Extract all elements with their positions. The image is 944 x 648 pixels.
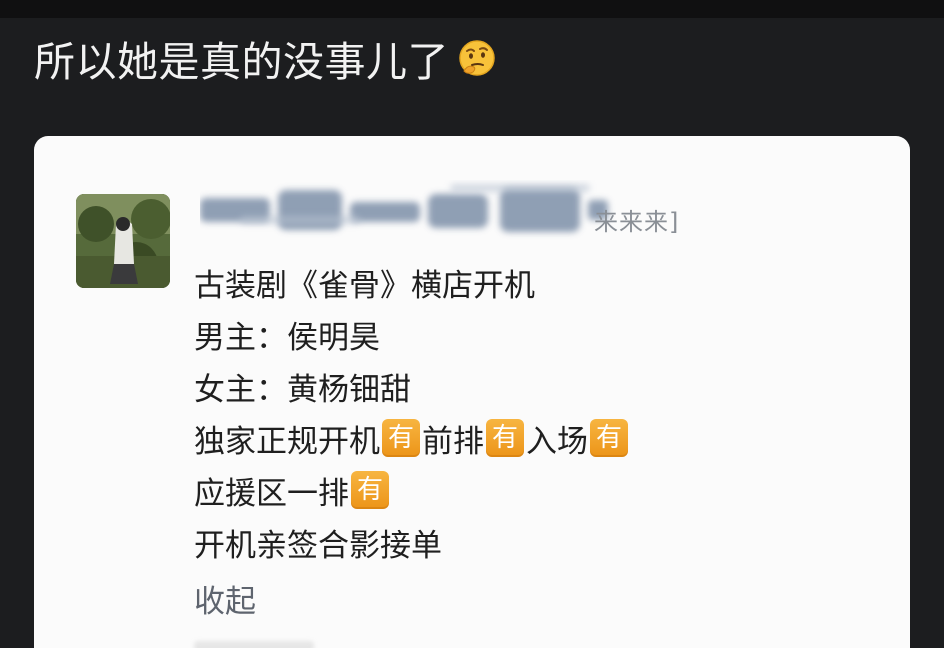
post-body: 古装剧《雀骨》横店开机 男主：侯明昊 女主：黄杨钿甜 独家正规开机 有 前排 有…	[194, 256, 630, 568]
post-line-text: 女主：黄杨钿甜	[194, 371, 411, 408]
post-line-male-lead: 男主：侯明昊	[194, 308, 630, 360]
post-caption: 所以她是真的没事儿了	[34, 28, 497, 88]
post-line-text: 古装剧《雀骨》横店开机	[194, 267, 535, 304]
have-badge-icon: 有	[590, 419, 628, 457]
post-line-support-area: 应援区一排 有	[194, 464, 630, 516]
post-line-orders: 开机亲签合影接单	[194, 516, 630, 568]
screenshot-frame: 所以她是真的没事儿了 来来来] 古装剧《雀骨》横店开机 男主：侯明昊 女主：黄杨…	[0, 0, 944, 648]
post-line-text: 应援区一排	[194, 475, 349, 512]
post-line-female-lead: 女主：黄杨钿甜	[194, 360, 630, 412]
status-strip	[0, 0, 944, 18]
quoted-post-card: 来来来] 古装剧《雀骨》横店开机 男主：侯明昊 女主：黄杨钿甜 独家正规开机 有…	[34, 136, 910, 648]
post-line-text: 男主：侯明昊	[194, 319, 380, 356]
username-suffix: 来来来]	[594, 208, 680, 236]
post-line-text: 独家正规开机	[194, 423, 380, 460]
post-line-text: 开机亲签合影接单	[194, 527, 442, 564]
collapse-link[interactable]: 收起	[194, 576, 256, 621]
avatar[interactable]	[76, 194, 170, 288]
cropped-next-line	[194, 641, 314, 648]
thinking-face-icon	[457, 38, 497, 78]
post-line-text: 前排	[422, 423, 484, 460]
have-badge-icon: 有	[486, 419, 524, 457]
have-badge-icon: 有	[351, 471, 389, 509]
have-badge-icon: 有	[382, 419, 420, 457]
post-line-title: 古装剧《雀骨》横店开机	[194, 256, 630, 308]
post-caption-text: 所以她是真的没事儿了	[34, 38, 449, 86]
post-line-text: 入场	[526, 423, 588, 460]
post-line-offers: 独家正规开机 有 前排 有 入场 有	[194, 412, 630, 464]
